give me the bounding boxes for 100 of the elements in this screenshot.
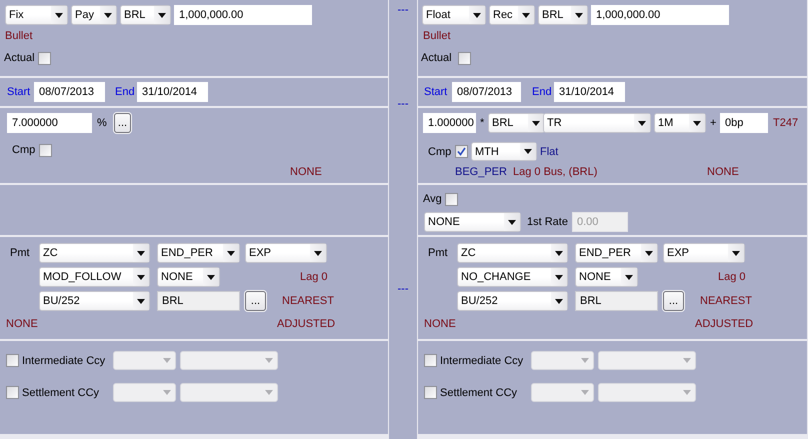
dropdown[interactable]: Float bbox=[422, 5, 486, 25]
status-text: NEAREST bbox=[700, 294, 752, 309]
caret-icon bbox=[163, 358, 171, 363]
caret-icon bbox=[532, 120, 540, 126]
caret-icon bbox=[508, 220, 516, 224]
status-text: ADJUSTED bbox=[695, 317, 754, 332]
dropdown[interactable]: ZC bbox=[457, 243, 568, 263]
field-label: Intermediate Ccy bbox=[440, 354, 524, 368]
caret-icon bbox=[581, 358, 589, 363]
caret-icon bbox=[104, 12, 112, 18]
dropdown[interactable]: NONE bbox=[157, 267, 220, 287]
caret-icon bbox=[575, 12, 583, 18]
dropdown[interactable]: NO_CHANGE bbox=[457, 267, 568, 287]
status-text: NEAREST bbox=[282, 294, 334, 309]
input-field[interactable]: 0bp bbox=[720, 113, 768, 133]
dropdown[interactable]: END_PER bbox=[575, 243, 658, 263]
dropdown[interactable]: BRL bbox=[120, 5, 171, 25]
input-field[interactable]: 31/10/2014 bbox=[137, 82, 208, 102]
checkbox[interactable] bbox=[458, 52, 471, 64]
dropdown[interactable]: Pay bbox=[71, 5, 117, 25]
input-field[interactable]: 1,000,000.00 bbox=[174, 5, 312, 25]
caret-icon bbox=[638, 120, 646, 126]
caret-icon bbox=[555, 274, 563, 280]
input-field[interactable]: 1.000000 bbox=[423, 113, 476, 133]
dropdown[interactable]: EXP bbox=[245, 243, 327, 263]
caret-icon bbox=[227, 250, 235, 256]
caret-icon bbox=[645, 250, 653, 256]
caret-icon bbox=[265, 358, 273, 363]
dropdown[interactable]: BRL bbox=[488, 113, 545, 133]
input-field[interactable]: 08/07/2013 bbox=[452, 82, 521, 102]
caret-icon bbox=[158, 12, 166, 18]
caret-icon bbox=[55, 12, 63, 18]
field-label: Avg bbox=[423, 192, 443, 207]
field-label: * bbox=[480, 116, 486, 131]
dropdown[interactable]: 1M bbox=[654, 113, 706, 133]
input-field[interactable]: 7.000000 bbox=[7, 113, 92, 133]
dropdown[interactable]: EXP bbox=[663, 243, 745, 263]
field-label: Actual bbox=[421, 51, 453, 66]
field-label: Settlement CCy bbox=[22, 386, 100, 400]
status-text: ADJUSTED bbox=[277, 317, 336, 332]
status-text: NONE bbox=[707, 165, 739, 180]
dropdown[interactable]: END_PER bbox=[157, 243, 240, 263]
dropdown[interactable]: Rec bbox=[489, 5, 535, 25]
caret-icon bbox=[473, 12, 481, 18]
checkbox[interactable] bbox=[445, 192, 458, 206]
dropdown[interactable]: BU/252 bbox=[39, 291, 150, 311]
caret-icon bbox=[693, 120, 701, 126]
field-label: Intermediate Ccy bbox=[22, 354, 106, 368]
checkbox[interactable] bbox=[38, 52, 51, 64]
status-text: Bullet bbox=[5, 29, 33, 44]
field-label: + bbox=[710, 116, 718, 131]
dropdown[interactable]: BU/252 bbox=[457, 291, 568, 311]
ellipsis-button[interactable]: ... bbox=[114, 113, 131, 133]
checkbox[interactable] bbox=[455, 145, 468, 158]
input-field[interactable]: 31/10/2014 bbox=[554, 82, 625, 102]
field-label: Cmp bbox=[428, 144, 452, 160]
dropdown[interactable]: Fix bbox=[5, 5, 68, 25]
caret-icon bbox=[581, 390, 589, 395]
caret-icon bbox=[555, 250, 563, 256]
checkbox[interactable] bbox=[6, 386, 19, 399]
caret-icon bbox=[555, 298, 563, 304]
dropdown[interactable]: MTH bbox=[471, 142, 537, 161]
field-label: Cmp bbox=[12, 143, 36, 158]
checkbox[interactable] bbox=[424, 354, 437, 367]
field-label: 1st Rate bbox=[527, 215, 569, 230]
caret-icon bbox=[137, 298, 145, 304]
field-label: Pmt bbox=[428, 246, 449, 261]
dropdown[interactable]: NONE bbox=[575, 267, 638, 287]
input-field[interactable]: BRL bbox=[157, 291, 240, 311]
dropdown[interactable]: TR bbox=[543, 113, 651, 133]
dash-text: --- bbox=[398, 283, 408, 295]
ellipsis-button[interactable]: ... bbox=[663, 291, 684, 311]
field-label: Settlement CCy bbox=[440, 386, 518, 400]
field-label: % bbox=[97, 116, 108, 131]
dropdown[interactable]: BRL bbox=[538, 5, 588, 25]
caret-icon bbox=[683, 390, 691, 395]
input-field[interactable]: 08/07/2013 bbox=[34, 82, 105, 102]
dropdown[interactable]: ZC bbox=[39, 243, 150, 263]
date-label: Start bbox=[7, 85, 32, 100]
dropdown[interactable]: NONE bbox=[424, 212, 521, 232]
dash-text: --- bbox=[398, 98, 408, 110]
status-text: T247 bbox=[773, 116, 798, 131]
dropdown[interactable]: MOD_FOLLOW bbox=[39, 267, 150, 287]
input-field[interactable]: 1,000,000.00 bbox=[591, 5, 729, 25]
caret-icon bbox=[163, 390, 171, 395]
info-text: BEG_PER bbox=[455, 165, 508, 180]
checkbox[interactable] bbox=[6, 354, 19, 367]
caret-icon bbox=[732, 250, 740, 256]
caret-icon bbox=[137, 250, 145, 256]
caret-icon bbox=[314, 250, 322, 256]
input-field[interactable]: BRL bbox=[575, 291, 658, 311]
field-label: Pmt bbox=[10, 246, 31, 261]
date-label: End bbox=[115, 85, 136, 100]
ellipsis-button[interactable]: ... bbox=[245, 291, 266, 311]
caret-icon bbox=[137, 274, 145, 280]
checkbox[interactable] bbox=[39, 144, 52, 156]
checkbox[interactable] bbox=[424, 386, 437, 399]
field-label: Actual bbox=[4, 51, 36, 66]
caret-icon bbox=[524, 149, 532, 154]
caret-icon bbox=[522, 12, 530, 18]
